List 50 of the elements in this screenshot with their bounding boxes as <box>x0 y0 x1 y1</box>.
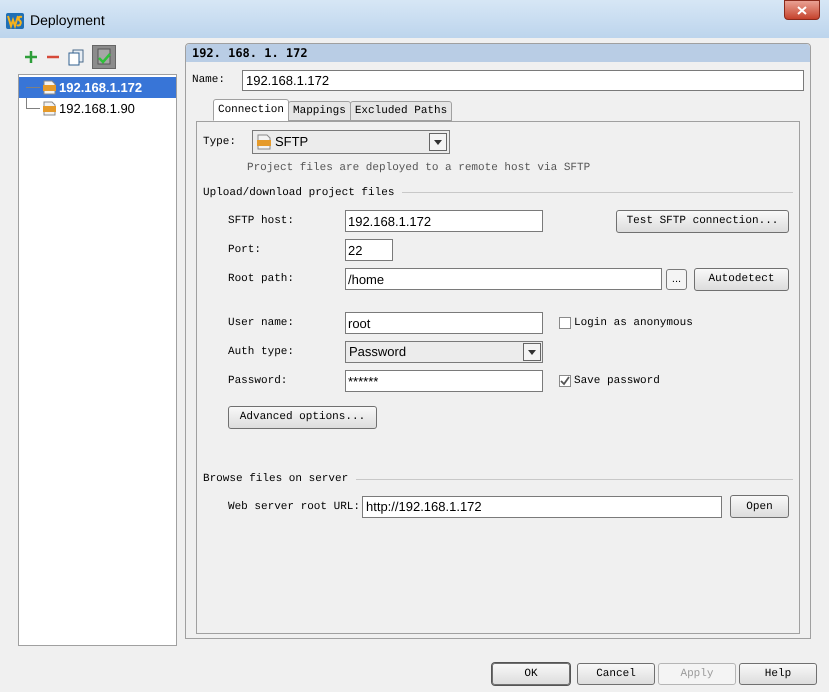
sftp-file-icon <box>43 80 56 95</box>
web-url-label: Web server root URL: <box>228 500 362 514</box>
sftp-file-icon <box>257 134 271 150</box>
root-path-label: Root path: <box>228 272 295 287</box>
close-icon <box>797 6 807 14</box>
tab[interactable]: Connection <box>212 99 289 121</box>
close-button[interactable] <box>784 0 820 20</box>
sftp-file-icon <box>43 101 56 116</box>
section-title: Upload/download project files <box>202 186 394 200</box>
dialog-button[interactable]: Help <box>739 663 817 685</box>
checkbox-label: Save password <box>574 374 660 389</box>
server-item[interactable]: 192.168.1.90 <box>19 98 176 119</box>
auth-type-label: Auth type: <box>228 344 295 360</box>
browse-button[interactable]: ... <box>666 268 687 290</box>
type-dropdown[interactable]: SFTP <box>252 130 450 154</box>
autodetect-button[interactable]: Autodetect <box>694 268 789 290</box>
server-item[interactable]: 192.168.1.172 <box>19 77 176 98</box>
user-name-field[interactable]: root <box>344 312 543 334</box>
checkbox[interactable] <box>558 317 571 329</box>
dialog-button[interactable]: OK <box>492 663 570 685</box>
section-title: Browse files on server <box>202 472 348 487</box>
test-connection-button[interactable]: Test SFTP connection... <box>616 210 789 232</box>
tab[interactable]: Excluded Paths <box>350 101 452 121</box>
copy-icon[interactable] <box>68 48 84 66</box>
port-field[interactable]: 22 <box>344 239 393 261</box>
type-label: Type: <box>202 134 236 150</box>
dialog-button[interactable]: Cancel <box>577 663 655 685</box>
checked-server-icon[interactable] <box>92 45 116 69</box>
web-url-field[interactable]: http://192.168.1.172 <box>362 496 722 518</box>
open-button[interactable]: Open <box>730 495 789 518</box>
checkbox[interactable] <box>558 375 571 387</box>
panel-title: 192. 168. 1. 172 <box>192 45 308 62</box>
host-field[interactable]: 192.168.1.172 <box>344 210 543 232</box>
app-logo-icon <box>6 12 24 28</box>
user-name-label: User name: <box>228 316 295 331</box>
password-field[interactable]: ****** <box>344 370 543 392</box>
window-title: Deployment <box>30 11 105 30</box>
port-label: Port: <box>228 242 262 258</box>
advanced-options-button[interactable]: Advanced options... <box>228 406 377 429</box>
name-field[interactable]: 192.168.1.172 <box>242 70 804 91</box>
host-label: SFTP host: <box>228 214 295 229</box>
auth-type-dropdown[interactable]: Password <box>344 341 543 363</box>
password-label: Password: <box>228 374 288 389</box>
root-path-field[interactable]: /home <box>344 268 662 290</box>
name-label: Name: <box>192 73 226 88</box>
type-hint: Project files are deployed to a remote host via SFTP <box>246 161 592 176</box>
plus-icon[interactable] <box>24 50 38 64</box>
minus-icon[interactable] <box>46 55 60 59</box>
tab[interactable]: Mappings <box>288 101 351 121</box>
checkbox-label: Login as anonymous <box>574 316 693 331</box>
